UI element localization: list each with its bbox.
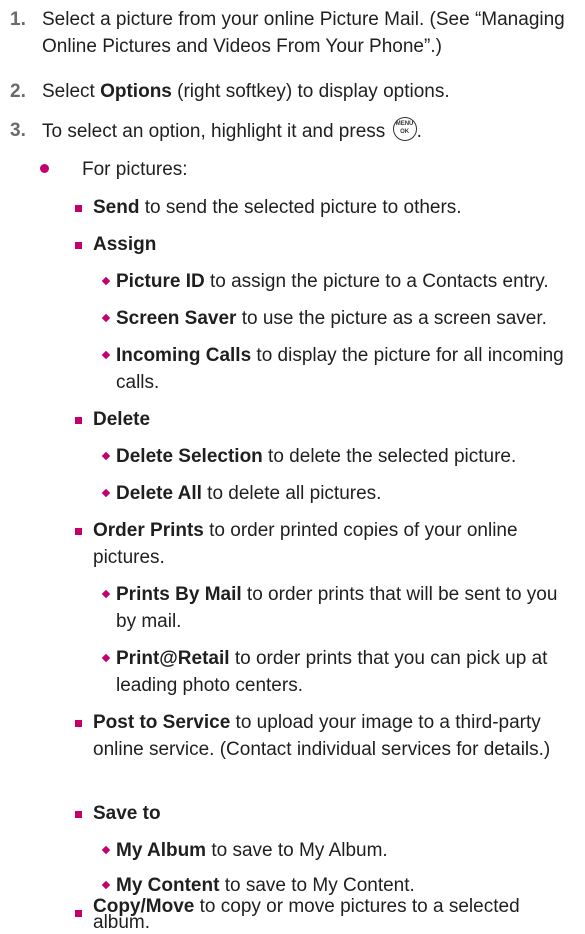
diamond-bullet-icon xyxy=(101,845,111,855)
diamond-bullet-icon xyxy=(101,451,111,461)
square-bullet-icon xyxy=(75,910,82,917)
diamond-bullet-icon xyxy=(101,350,111,360)
step-number: 1. xyxy=(10,9,26,30)
manual-page: 1. Select a picture from your online Pic… xyxy=(0,0,585,934)
square-bullet-icon xyxy=(75,417,82,424)
diamond-bullet-icon xyxy=(101,276,111,286)
for-pictures-label: For pictures: xyxy=(82,159,188,180)
diamond-bullet-icon xyxy=(101,488,111,498)
diamond-bullet-icon xyxy=(101,589,111,599)
diamond-bullet-icon xyxy=(101,880,111,890)
step-number: 3. xyxy=(10,120,26,141)
diamond-bullet-icon xyxy=(101,313,111,323)
square-bullet-icon xyxy=(75,720,82,727)
square-bullet-icon xyxy=(75,528,82,535)
step-text: To select an option, highlight it and pr… xyxy=(42,117,579,145)
square-bullet-icon xyxy=(75,811,82,818)
step-text: Select a picture from your online Pictur… xyxy=(42,9,565,57)
square-bullet-icon xyxy=(75,205,82,212)
bullet-dot-icon xyxy=(40,164,49,173)
options-label: Options xyxy=(100,81,172,102)
step-text: Select Options (right softkey) to displa… xyxy=(42,81,450,102)
diamond-bullet-icon xyxy=(101,653,111,663)
menu-ok-key-icon: MENU OK xyxy=(392,117,417,141)
step-number: 2. xyxy=(10,81,26,102)
square-bullet-icon xyxy=(75,242,82,249)
